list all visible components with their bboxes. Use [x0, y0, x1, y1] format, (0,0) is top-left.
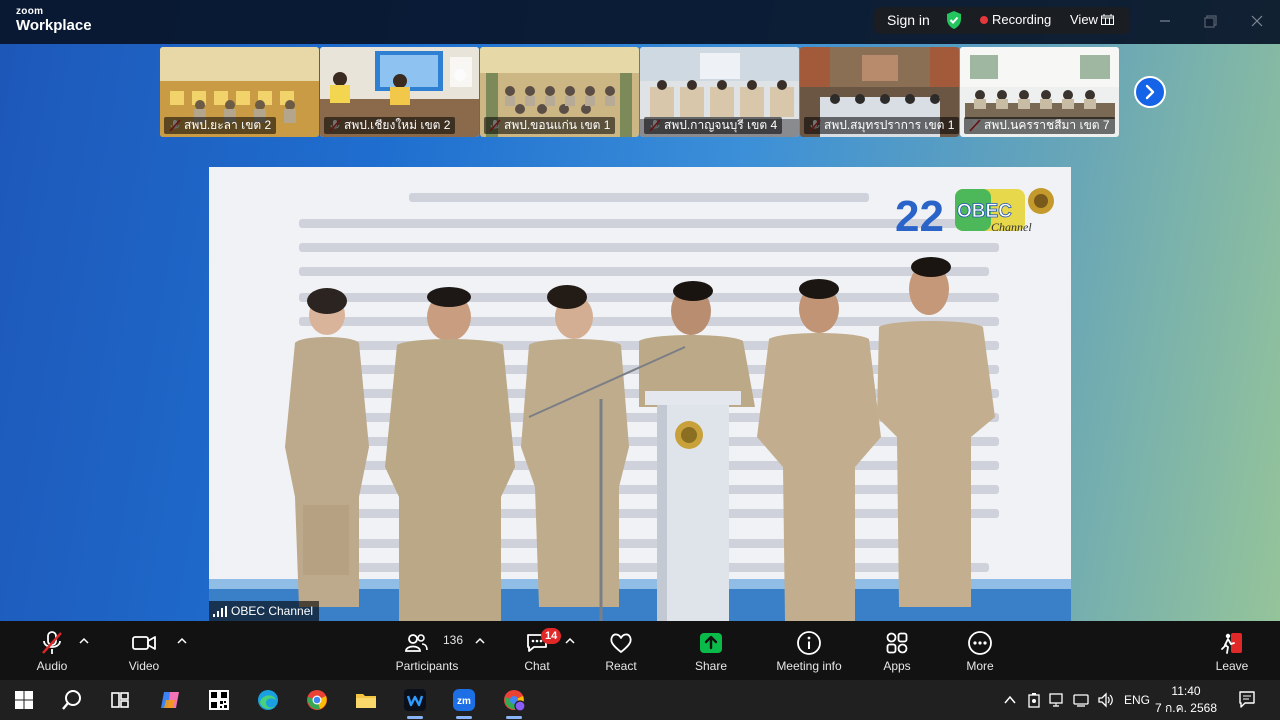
muted-microphone-icon	[42, 631, 62, 654]
more-label: More	[966, 659, 994, 673]
participant-name: สพป.ยะลา เขต 2	[164, 117, 277, 134]
zoom-logo: zoom Workplace	[16, 6, 92, 34]
share-button[interactable]: Share	[684, 621, 738, 680]
display-icon[interactable]	[1049, 692, 1065, 708]
volume-icon[interactable]	[1097, 692, 1113, 708]
network-icon[interactable]	[1073, 693, 1089, 707]
chevron-up-icon[interactable]	[79, 637, 89, 645]
search-icon[interactable]	[60, 688, 84, 712]
audio-button[interactable]: Audio	[22, 621, 82, 680]
chat-unread-badge: 14	[541, 628, 562, 644]
participant-name: สพป.ขอนแก่น เขต 1	[484, 117, 616, 134]
share-screen-icon	[700, 633, 722, 653]
close-icon[interactable]	[1246, 10, 1268, 32]
active-indicator	[407, 716, 423, 719]
apps-grid-icon	[886, 632, 908, 654]
chevron-up-icon[interactable]	[1003, 694, 1017, 706]
clock-date: 7 ก.ค. 2568	[1155, 701, 1217, 715]
task-view-icon[interactable]	[108, 688, 132, 712]
file-explorer-icon[interactable]	[354, 688, 378, 712]
minimize-icon[interactable]	[1154, 10, 1176, 32]
notifications-icon[interactable]	[1238, 690, 1256, 708]
video-label: Video	[128, 659, 160, 673]
active-speaker-video[interactable]: 22 OBEC Channel	[209, 167, 1071, 621]
audio-label: Audio	[36, 659, 68, 673]
input-language[interactable]: ENG	[1124, 693, 1150, 707]
maximize-icon[interactable]	[1200, 10, 1222, 32]
chrome-browser-icon[interactable]	[305, 688, 329, 712]
more-button[interactable]: More	[953, 621, 1007, 680]
apps-label: Apps	[883, 659, 911, 673]
active-indicator	[456, 716, 472, 719]
sign-in-button[interactable]: Sign in	[887, 12, 930, 28]
copilot-icon[interactable]	[158, 688, 182, 712]
svg-text:zm: zm	[457, 696, 471, 707]
participants-button[interactable]: Participants	[392, 621, 462, 680]
participant-tile[interactable]: สพป.เชียงใหม่ เขต 2	[320, 47, 479, 137]
meeting-info-button[interactable]: Meeting info	[770, 621, 848, 680]
clock-time: 11:40	[1171, 684, 1201, 698]
participant-name: สพป.กาญจนบุรี เขต 4	[644, 117, 783, 134]
security-shield-icon[interactable]	[945, 10, 963, 30]
leave-label: Leave	[1215, 659, 1249, 673]
leave-button[interactable]: Leave	[1205, 621, 1259, 680]
next-page-button[interactable]	[1134, 76, 1166, 108]
apps-button[interactable]: Apps	[870, 621, 924, 680]
recording-dot-icon	[980, 16, 988, 24]
participant-tile[interactable]: สพป.สมุทรปราการ เขต 1	[800, 47, 959, 137]
participants-icon	[405, 634, 428, 652]
meeting-info-label: Meeting info	[776, 659, 842, 673]
participant-tile[interactable]: สพป.กาญจนบุรี เขต 4	[640, 47, 799, 137]
participants-label: Participants	[395, 659, 459, 673]
stage-scene: 22 OBEC Channel	[209, 167, 1071, 621]
signal-bars-icon	[213, 606, 227, 617]
chrome-profile-icon[interactable]	[502, 688, 526, 712]
video-button[interactable]: Video	[114, 621, 174, 680]
recording-indicator[interactable]: Recording	[992, 12, 1051, 27]
windows-start-icon[interactable]	[12, 688, 36, 712]
participants-count: 136	[443, 633, 464, 647]
chat-label: Chat	[524, 659, 550, 673]
brand-bottom: Workplace	[16, 17, 92, 34]
react-label: React	[605, 659, 637, 673]
participant-name: สพป.นครราชสีมา เขต 7	[964, 117, 1115, 134]
participant-name: สพป.เชียงใหม่ เขต 2	[324, 117, 456, 134]
view-button[interactable]: View	[1070, 12, 1098, 27]
webex-app-icon[interactable]	[403, 688, 427, 712]
svg-text:Channel: Channel	[991, 220, 1032, 234]
zoom-app-icon[interactable]: zm	[452, 688, 476, 712]
participant-tile[interactable]: สพป.นครราชสีมา เขต 7	[960, 47, 1119, 137]
speaker-name: OBEC Channel	[231, 604, 314, 618]
leave-door-icon	[1221, 633, 1242, 654]
speaker-name-label: OBEC Channel	[209, 601, 320, 621]
participant-name: สพป.สมุทรปราการ เขต 1	[804, 117, 959, 134]
participant-tile[interactable]: สพป.ขอนแก่น เขต 1	[480, 47, 639, 137]
svg-text:22: 22	[895, 192, 944, 241]
qr-code-app-icon[interactable]	[207, 688, 231, 712]
more-dots-icon	[968, 631, 992, 655]
title-bar: zoom Workplace Sign in Recording View	[0, 0, 1280, 44]
chevron-up-icon[interactable]	[475, 637, 485, 645]
video-camera-icon	[132, 636, 156, 650]
svg-text:OBEC: OBEC	[957, 201, 1012, 222]
system-clock[interactable]: 11:40 7 ก.ค. 2568	[1148, 683, 1224, 717]
grid-view-icon[interactable]	[1101, 14, 1114, 25]
chevron-up-icon[interactable]	[565, 637, 575, 645]
chevron-up-icon[interactable]	[177, 637, 187, 645]
react-button[interactable]: React	[594, 621, 648, 680]
edge-browser-icon[interactable]	[256, 688, 280, 712]
chevron-right-icon	[1145, 84, 1155, 100]
brand-top: zoom	[16, 6, 44, 17]
active-indicator	[506, 716, 522, 719]
info-icon	[797, 631, 821, 655]
participant-tile[interactable]: สพป.ยะลา เขต 2	[160, 47, 319, 137]
heart-icon	[610, 633, 632, 653]
battery-saver-icon[interactable]	[1027, 692, 1041, 708]
share-label: Share	[694, 659, 728, 673]
